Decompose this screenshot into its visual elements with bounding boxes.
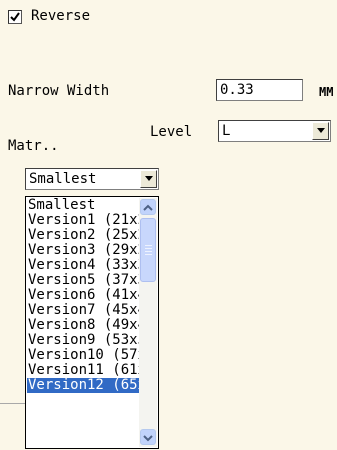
scroll-up-button[interactable] <box>140 199 156 215</box>
list-item[interactable]: Version10 (57x <box>27 348 139 363</box>
matrix-label: Matr.. <box>8 138 59 154</box>
list-item[interactable]: Version3 (29x2 <box>27 243 139 258</box>
check-icon <box>10 12 20 22</box>
list-item[interactable]: Version9 (53x5 <box>27 333 139 348</box>
reverse-label: Reverse <box>31 8 91 24</box>
scroll-up-icon <box>143 204 153 211</box>
narrow-width-input[interactable]: 0.33 <box>216 79 303 101</box>
list-item[interactable]: Version4 (33x3 <box>27 258 139 273</box>
scroll-thumb[interactable] <box>140 218 156 282</box>
level-label: Level <box>150 124 193 140</box>
matrix-size-select[interactable]: Smallest <box>25 168 159 190</box>
list-item[interactable]: Version11 (61x <box>27 363 139 378</box>
list-item[interactable]: Version6 (41x4 <box>27 288 139 303</box>
chevron-down-icon <box>145 176 153 181</box>
list-item[interactable]: Version5 (37x3 <box>27 273 139 288</box>
list-item[interactable]: Version7 (45x4 <box>27 303 139 318</box>
narrow-width-value: 0.33 <box>220 82 254 98</box>
list-item[interactable]: Smallest <box>27 198 139 213</box>
list-item[interactable]: Version1 (21x2 <box>27 213 139 228</box>
matrix-dropdown-button[interactable] <box>140 170 157 188</box>
reverse-checkbox[interactable] <box>8 10 22 24</box>
matrix-options-list[interactable]: Smallest Version1 (21x2 Version2 (25x2 V… <box>25 196 159 449</box>
scroll-down-button[interactable] <box>140 429 156 445</box>
matrix-size-value: Smallest <box>29 171 97 187</box>
list-scrollbar[interactable] <box>139 198 157 447</box>
scroll-down-icon <box>143 435 153 442</box>
level-select[interactable]: L <box>218 120 331 142</box>
narrow-width-label: Narrow Width <box>8 83 110 99</box>
list-item[interactable]: Version8 (49x4 <box>27 318 139 333</box>
level-dropdown-button[interactable] <box>312 122 329 140</box>
narrow-width-unit: MM <box>319 85 334 99</box>
list-item[interactable]: Version2 (25x2 <box>27 228 139 243</box>
list-item-highlighted[interactable]: Version12 (65x <box>27 378 139 393</box>
panel-divider <box>0 403 25 404</box>
chevron-down-icon <box>317 128 325 133</box>
level-value: L <box>222 123 231 139</box>
